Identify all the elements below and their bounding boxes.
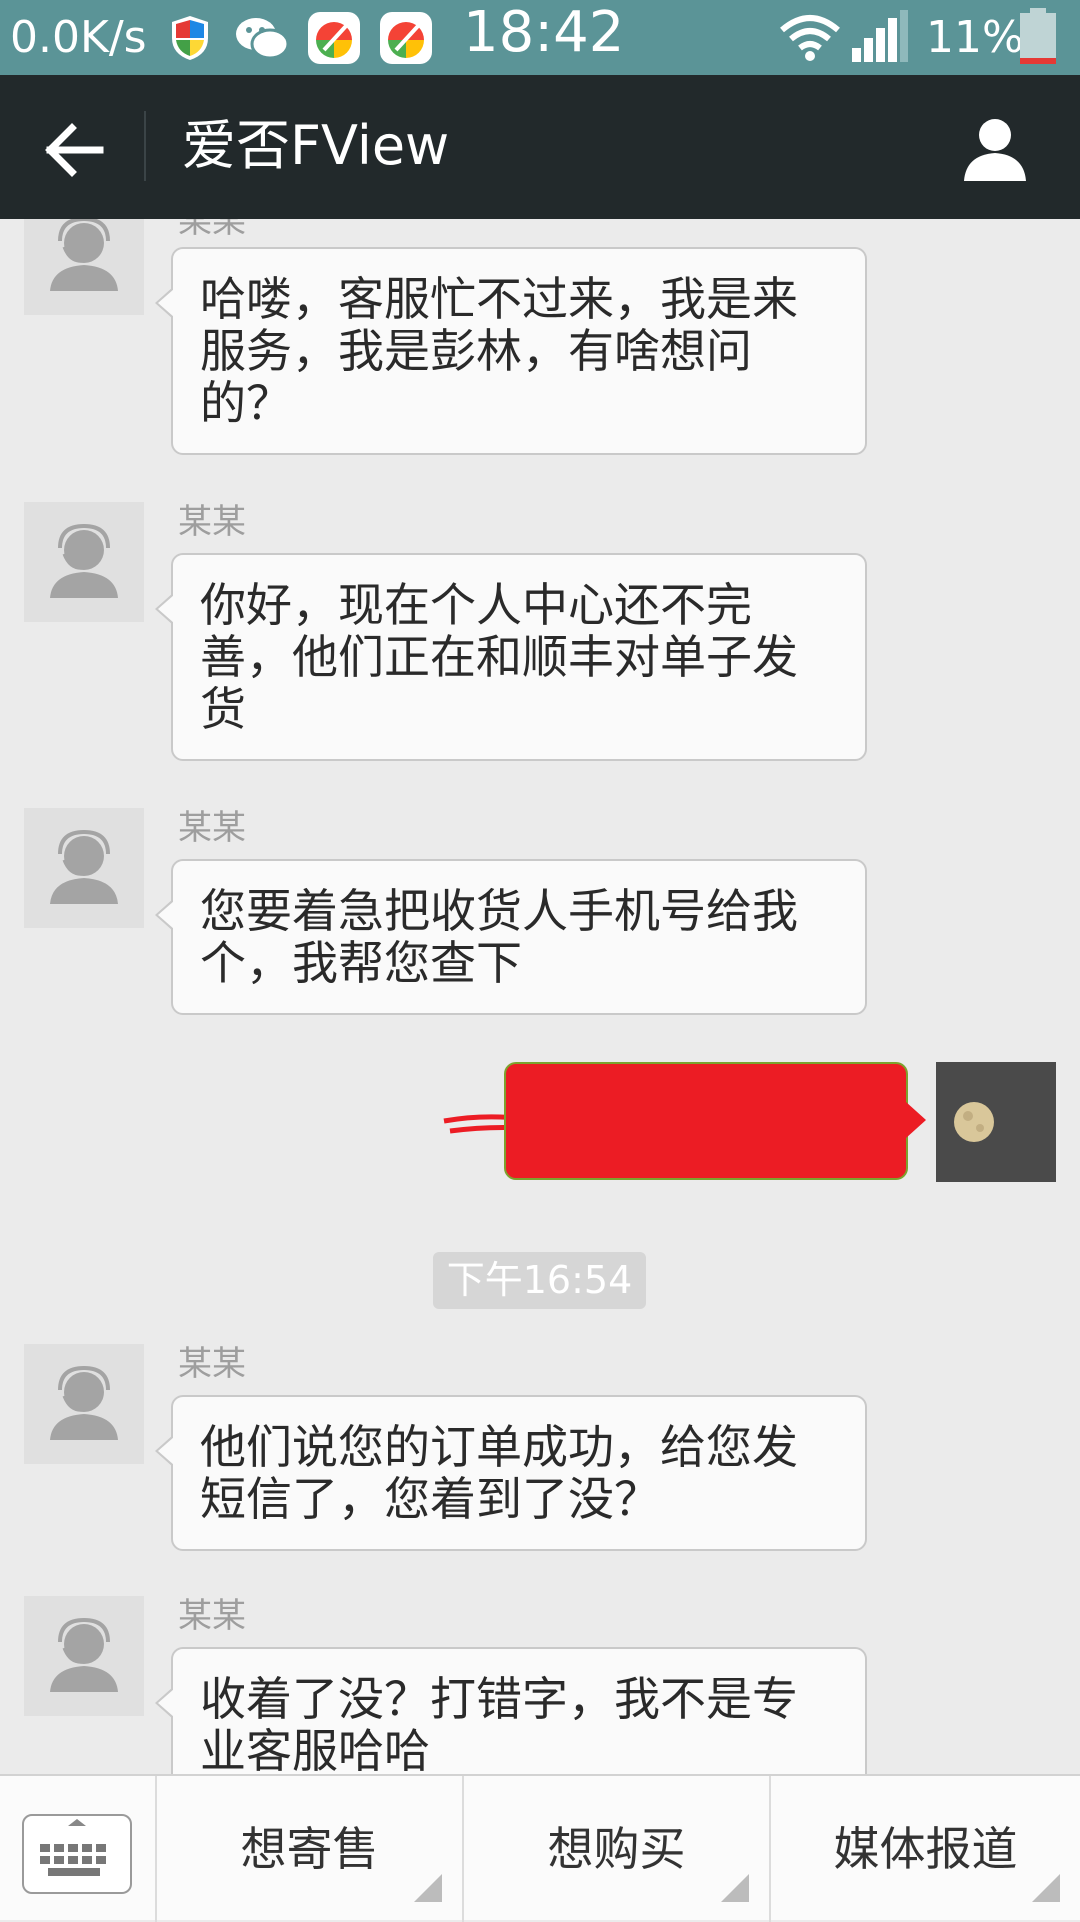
sender-name: 某某 [178, 808, 246, 848]
chat-area[interactable]: 某某 哈喽，客服忙不过来，我是来服务，我是彭林，有啥想问的？ 某某 你好，现在个… [0, 219, 1080, 1774]
own-avatar[interactable] [936, 1062, 1056, 1182]
avatar[interactable] [24, 1596, 144, 1716]
shield-icon [172, 16, 208, 60]
support-agent-icon [50, 829, 118, 904]
wifi-icon [780, 15, 840, 61]
message-bubble[interactable]: 收着了没？打错字，我不是专业客服哈哈 [155, 1647, 867, 1774]
avatar[interactable] [24, 1344, 144, 1464]
keyboard-toggle-button[interactable] [22, 1814, 132, 1894]
title-divider [144, 111, 146, 181]
submenu-corner-icon [1032, 1874, 1060, 1902]
own-message-bubble-redacted[interactable] [504, 1062, 926, 1180]
message-bubble[interactable]: 您要着急把收货人手机号给我个，我帮您查下 [155, 859, 867, 1015]
menu-buy-label: 想购买 [547, 1822, 686, 1876]
chat-title: 爱否FView [182, 114, 450, 177]
person-icon [964, 119, 1026, 181]
support-agent-icon [50, 1365, 118, 1440]
message-bubble[interactable]: 哈喽，客服忙不过来，我是来服务，我是彭林，有啥想问的？ [155, 247, 867, 455]
message-bubble[interactable]: 你好，现在个人中心还不完善，他们正在和顺丰对单子发货 [155, 553, 867, 761]
sender-name: 某某 [178, 1596, 246, 1636]
wechat-icon [236, 18, 290, 60]
avatar[interactable] [24, 219, 144, 315]
menu-consign[interactable]: 想寄售 [157, 1776, 462, 1922]
sender-name: 某某 [178, 502, 246, 542]
menu-buy[interactable]: 想购买 [464, 1776, 769, 1922]
title-bar: 爱否FView [0, 75, 1080, 219]
clock: 18:42 [463, 0, 625, 65]
sender-name: 某某 [178, 219, 246, 241]
sender-name: 某某 [178, 1344, 246, 1384]
support-agent-icon [50, 523, 118, 598]
battery-icon [1020, 8, 1056, 64]
bottom-menu: 想寄售 想购买 媒体报道 [0, 1774, 1080, 1922]
back-button[interactable] [30, 115, 114, 185]
menu-consign-label: 想寄售 [240, 1822, 379, 1876]
menu-media[interactable]: 媒体报道 [771, 1776, 1080, 1922]
time-divider: 下午16:54 [433, 1252, 646, 1309]
arrow-left-icon [45, 123, 104, 177]
app-icon [308, 12, 360, 64]
avatar[interactable] [24, 502, 144, 622]
app-icon [380, 12, 432, 64]
signal-icon [852, 10, 908, 62]
profile-button[interactable] [960, 113, 1030, 183]
avatar[interactable] [24, 808, 144, 928]
submenu-corner-icon [721, 1874, 749, 1902]
battery-percent: 11% [926, 12, 1024, 63]
status-bar: 0.0K/s 18:42 11% [0, 0, 1080, 75]
menu-media-label: 媒体报道 [833, 1822, 1018, 1876]
support-agent-icon [50, 219, 118, 291]
submenu-corner-icon [414, 1874, 442, 1902]
support-agent-icon [50, 1617, 118, 1692]
keyboard-icon [40, 1819, 106, 1876]
net-speed: 0.0K/s [10, 12, 147, 63]
moon-photo-icon [936, 1062, 1056, 1182]
message-bubble[interactable]: 他们说您的订单成功，给您发短信了，您着到了没？ [155, 1395, 867, 1551]
